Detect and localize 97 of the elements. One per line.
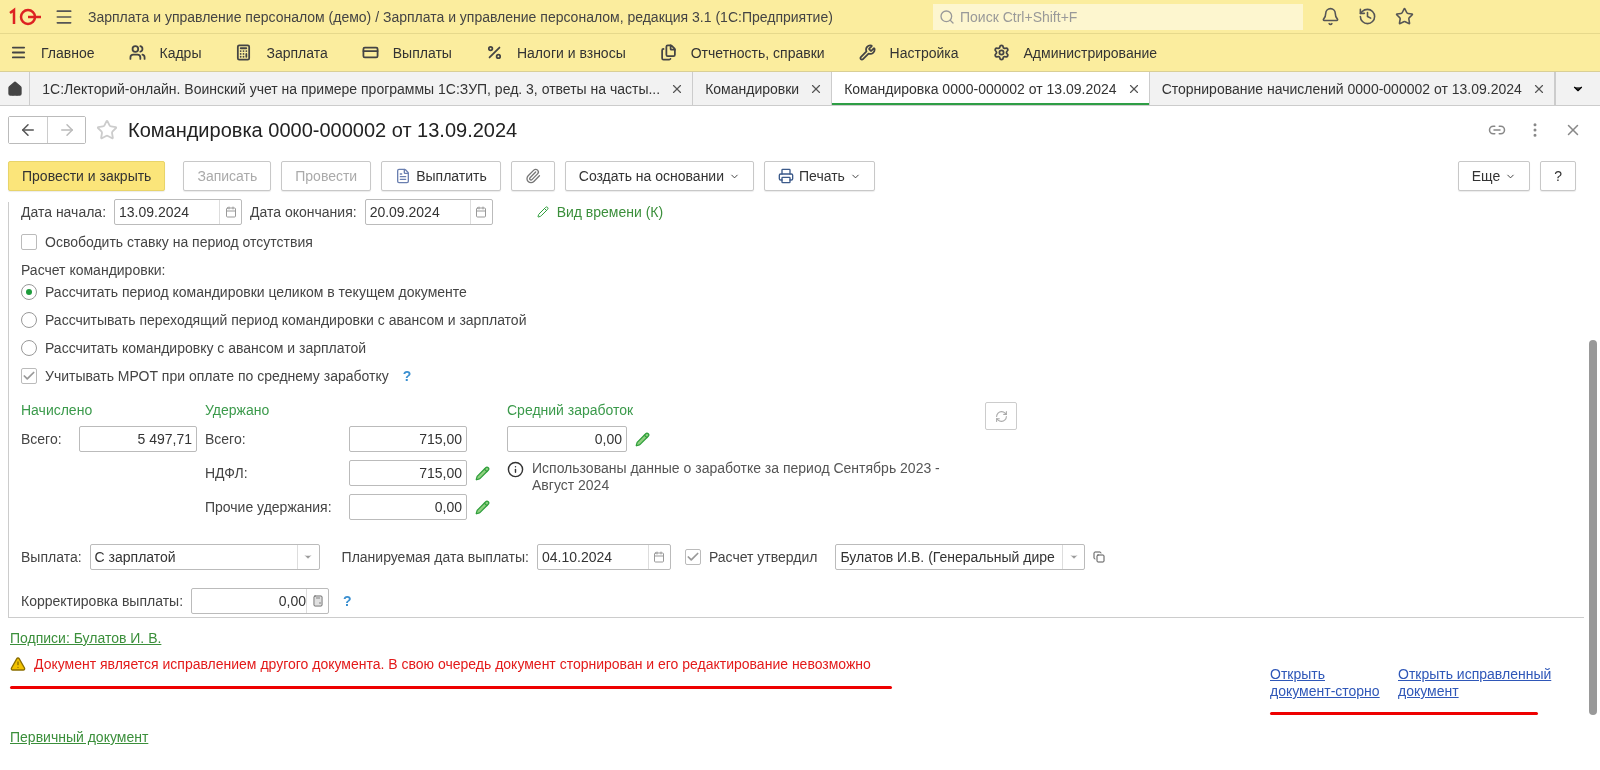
radio-button[interactable] [21,312,37,328]
help-link[interactable]: ? [343,593,352,609]
document-link[interactable]: Открыть документ-сторно [1270,666,1384,700]
document-link[interactable]: Открыть исправленный документ [1398,666,1560,700]
section-heading: Удержано [205,402,271,418]
amount-field[interactable]: 0,00 [507,426,627,452]
pay-button[interactable]: Выплатить [381,161,501,191]
signatures-link[interactable]: Подписи: Булатов И. В. [10,630,1600,646]
checkbox[interactable] [21,368,37,384]
amount-field[interactable]: 0,00 [349,494,467,520]
date-field[interactable]: 04.10.2024 [536,544,671,570]
pencil-icon[interactable] [635,431,650,447]
person-select[interactable]: Булатов И.В. (Генеральный дире [835,544,1086,570]
checkbox[interactable] [684,549,701,565]
refresh-button[interactable] [985,402,1017,430]
warning-text: Документ является исправлением другого документа. В свою очередь документ сторнирован и его редактирование невозможно [34,656,871,672]
field-label: Выплата: [21,549,82,565]
warning-icon [10,656,26,672]
section-menu-item[interactable]: Налоги и взносы [485,44,626,61]
section-menu-item[interactable]: Главное [10,44,95,61]
time-kind-link[interactable]: Вид времени (К) [556,204,664,220]
checkbox-label: Освободить ставку на период отсутствия [45,234,313,250]
scrollbar-thumb[interactable] [1589,340,1597,715]
section-menu-item[interactable]: Зарплата [235,44,328,61]
star-icon[interactable] [96,119,118,141]
group-label: Расчет командировки: [21,262,167,278]
printer-icon [778,168,794,184]
documents-icon [659,44,677,61]
search-field[interactable]: Поиск Ctrl+Shift+F [933,3,1303,30]
amount-field[interactable]: 715,00 [349,426,467,452]
radio-label: Рассчитать командировку с авансом и зарплатой [45,340,367,356]
checkbox-label: Расчет утвердил [708,549,818,565]
home-icon [6,80,23,97]
field-label: Прочие удержания: [205,499,333,515]
paperclip-icon [524,168,541,184]
pencil-icon[interactable] [475,499,490,515]
calculator-icon[interactable] [311,595,324,607]
field-label: Всего: [21,431,63,447]
search-icon [939,8,955,25]
info-icon [507,461,524,478]
post-and-close-button[interactable]: Провести и закрыть [8,161,166,191]
amount-field[interactable]: 5 497,71 [79,426,197,452]
menu-icon [10,44,27,61]
section-menu-item[interactable]: Выплаты [361,44,452,61]
calendar-icon[interactable] [475,206,488,218]
card-icon [361,44,379,61]
favorites-button[interactable] [1395,7,1414,26]
dropdown-button[interactable]: Еще [1457,161,1531,191]
pencil-icon[interactable] [475,465,490,481]
document-title: Командировка 0000-000002 от 13.09.2024 [128,118,518,142]
radio-button[interactable] [21,340,37,356]
date-field[interactable]: 13.09.2024 [114,199,243,225]
section-menu-item[interactable]: Настройка [858,44,959,61]
caret-icon[interactable] [1069,552,1079,562]
section-menu-item[interactable]: Отчетность, справки [659,44,825,61]
open-icon[interactable] [1093,551,1106,563]
print-button[interactable]: Печать [764,161,875,191]
calendar-icon[interactable] [653,551,666,563]
amount-field[interactable]: 715,00 [349,460,467,486]
primary-document-link[interactable]: Первичный документ [10,729,149,745]
radio-button[interactable] [21,284,37,300]
section-heading: Начислено [21,402,94,418]
window-title: Зарплата и управление персоналом (демо) / Зарплата и управление персоналом, редакция 3.1 (1С:Предприятие) [88,8,834,25]
history-button[interactable] [1358,7,1377,26]
document-icon [395,168,412,184]
radio-label: Рассчитать период командировки целиком в текущем документе [45,284,467,300]
section-menu-item[interactable]: Администрирование [992,44,1157,61]
field-label: Дата начала: [21,204,107,220]
people-icon [128,44,146,61]
wrench-icon [858,44,876,61]
info-text: Использованы данные о заработке за период Сентябрь 2023 - Август 2024 [532,460,941,494]
attach-button[interactable] [510,161,555,191]
dropdown-button[interactable]: Создать на основании [564,161,754,191]
field-label: Планируемая дата выплаты: [341,549,529,565]
percent-icon [485,44,503,61]
payment-select[interactable]: С зарплатой [89,544,320,570]
section-menu-item[interactable]: Кадры [128,44,202,61]
refresh-icon [994,409,1008,423]
gear-icon [992,44,1010,61]
caret-icon[interactable] [303,552,314,562]
amount-field[interactable]: 0,00 [191,588,330,614]
toolbar-button[interactable]: ? [1540,161,1576,191]
pencil-icon [536,206,549,218]
section-heading: Средний заработок [507,402,635,418]
document-tab[interactable]: Командировка 0000-000002 от 13.09.2024 [832,72,1150,105]
search-input[interactable]: Поиск Ctrl+Shift+F [958,7,1278,26]
calculator-icon [235,44,253,61]
calendar-icon[interactable] [224,206,237,218]
field-label: НДФЛ: [205,465,249,481]
radio-label: Рассчитывать переходящий период командировки с авансом и зарплатой [45,312,527,328]
field-label: Всего: [205,431,247,447]
checkbox-label: Учитывать МРОТ при оплате по среднему заработку [45,368,389,384]
notifications-button[interactable] [1321,7,1340,26]
field-label: Корректировка выплаты: [21,593,184,609]
checkbox[interactable] [21,234,37,250]
date-field[interactable]: 20.09.2024 [364,199,493,225]
field-label: Дата окончания: [250,204,357,220]
